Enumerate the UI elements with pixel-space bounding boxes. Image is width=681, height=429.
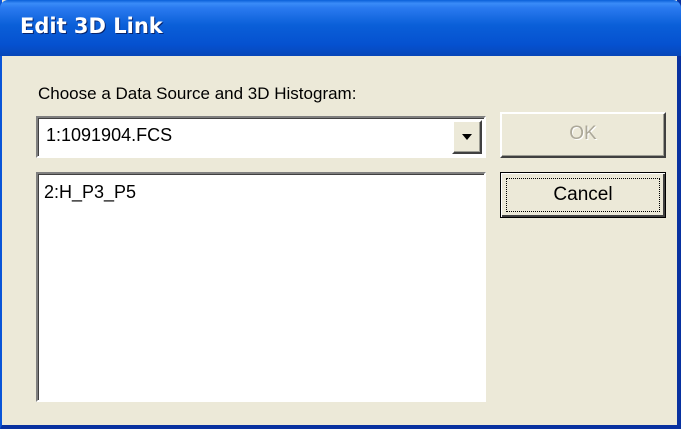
data-source-label: Choose a Data Source and 3D Histogram: (38, 84, 357, 103)
ok-button[interactable]: OK (500, 112, 666, 158)
list-item[interactable]: 2:H_P3_P5 (44, 182, 136, 203)
window-title: Edit 3D Link (20, 14, 163, 38)
histogram-list[interactable]: 2:H_P3_P5 (36, 172, 486, 402)
data-source-dropdown[interactable]: 1:1091904.FCS (36, 116, 486, 158)
title-bar[interactable]: Edit 3D Link (0, 0, 681, 56)
chevron-down-icon (462, 134, 472, 140)
edit-3d-link-dialog: Edit 3D Link Choose a Data Source and 3D… (0, 0, 681, 429)
dropdown-button[interactable] (452, 120, 482, 154)
cancel-button[interactable]: Cancel (500, 172, 666, 218)
data-source-selected-value: 1:1091904.FCS (46, 125, 173, 145)
cancel-button-label: Cancel (506, 178, 660, 212)
